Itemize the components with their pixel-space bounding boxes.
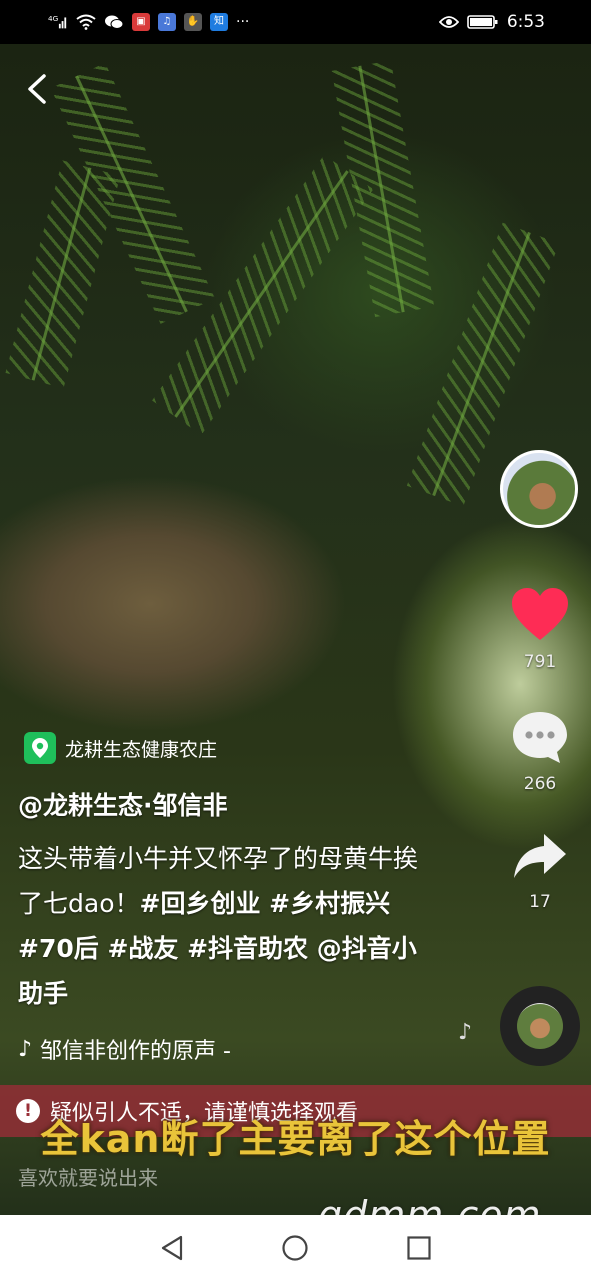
music-info[interactable]: ♪ 邹信非创作的原声 - [18, 1033, 231, 1065]
clock: 6:53 [506, 12, 545, 32]
video-subtitle: 全kan断了主要离了这个位置 [40, 1117, 551, 1161]
fern-leaf [358, 65, 405, 313]
music-note-icon: ♪ [18, 1036, 33, 1062]
wifi-icon [76, 13, 96, 31]
status-left: 4G ▣ ♫ ✋ 知 ··· [48, 13, 249, 31]
more-icon: ··· [236, 14, 250, 30]
square-recents-icon [407, 1235, 431, 1260]
share-arrow-icon [514, 834, 566, 878]
like-button[interactable]: 791 [505, 586, 575, 672]
circle-home-icon [282, 1234, 309, 1261]
floating-note-icon: ♪ [458, 1020, 473, 1045]
zhihu-icon: 知 [210, 13, 228, 31]
disc-cover [517, 1003, 563, 1049]
status-bar: 4G ▣ ♫ ✋ 知 ··· 6:53 [0, 0, 591, 44]
like-count: 791 [523, 652, 557, 672]
share-count: 17 [529, 892, 551, 912]
comment-input[interactable]: 喜欢就要说出来 [18, 1162, 158, 1191]
video-description: 这头带着小牛并又怀孕了的母黄牛挨了七dao！#回乡创业 #乡村振兴 #70后 #… [18, 836, 438, 1016]
share-button[interactable]: 17 [505, 828, 575, 912]
nav-recents-button[interactable] [399, 1228, 439, 1268]
heart-icon [512, 588, 568, 640]
eye-icon [438, 13, 459, 31]
location-pin-icon [24, 732, 56, 764]
music-app-icon: ♫ [158, 13, 176, 31]
location-tag[interactable]: 龙耕生态健康农庄 [24, 731, 217, 765]
status-right: 6:53 [438, 12, 545, 32]
comment-button[interactable]: 266 [505, 708, 575, 794]
svg-text:4G: 4G [48, 14, 59, 23]
battery-icon [467, 13, 499, 31]
music-title: 邹信非创作的原声 - [40, 1039, 231, 1064]
author-name[interactable]: @龙耕生态·邹信非 [18, 786, 228, 822]
music-disc[interactable] [500, 986, 580, 1066]
app-red-icon: ▣ [132, 13, 150, 31]
chevron-left-icon [28, 74, 46, 104]
nav-home-button[interactable] [275, 1228, 315, 1268]
nav-back-button[interactable] [152, 1228, 192, 1268]
fern-leaf [31, 167, 92, 381]
hand-icon: ✋ [184, 13, 202, 31]
comment-count: 266 [523, 774, 557, 794]
comment-icon [513, 712, 567, 763]
back-button[interactable] [24, 72, 52, 106]
system-nav-bar [0, 1215, 591, 1280]
wechat-icon [104, 13, 124, 31]
triangle-back-icon [161, 1235, 182, 1260]
location-name: 龙耕生态健康农庄 [65, 738, 218, 761]
author-avatar[interactable] [500, 450, 578, 528]
signal-icon: 4G [48, 13, 68, 31]
